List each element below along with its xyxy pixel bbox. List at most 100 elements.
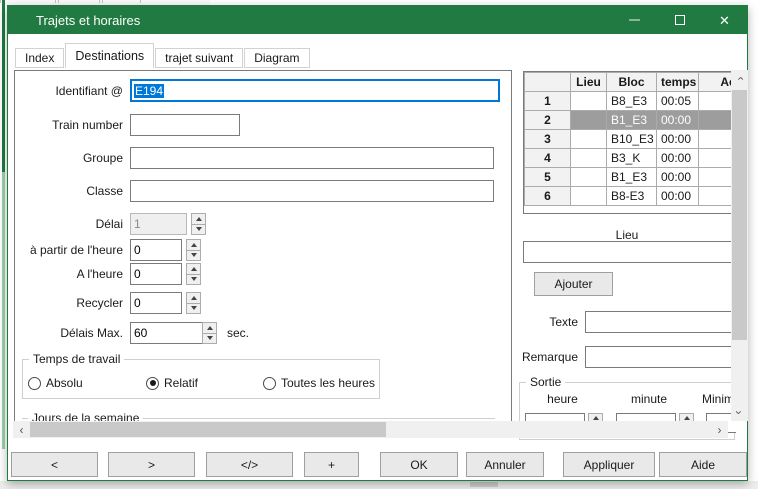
identifiant-label: Identifiant @ xyxy=(15,84,123,98)
row-number-cell[interactable]: 3 xyxy=(525,130,571,149)
bloc-cell[interactable]: B8-E3 xyxy=(607,187,657,206)
action-cell[interactable] xyxy=(699,168,733,187)
identifiant-selected-text: E194 xyxy=(134,84,164,98)
action-cell[interactable] xyxy=(699,130,733,149)
background-menu-item[interactable]: Train xyxy=(58,0,100,3)
radio-icon xyxy=(146,377,159,390)
radio-icon xyxy=(28,377,41,390)
horizontal-scrollbar[interactable]: ‹ › xyxy=(13,421,728,438)
add-button[interactable]: + xyxy=(304,452,359,477)
lieu-cell[interactable] xyxy=(571,130,607,149)
spinner-down-button[interactable] xyxy=(186,303,201,315)
col-header-lieu[interactable]: Lieu xyxy=(571,73,607,92)
bloc-cell[interactable]: B1_E3 xyxy=(607,168,657,187)
radio-relatif[interactable]: Relatif xyxy=(146,376,198,390)
spinner-down-button[interactable] xyxy=(186,274,201,286)
appliquer-button[interactable]: Appliquer xyxy=(563,452,655,477)
background-menu-item[interactable]: Corr xyxy=(102,0,141,3)
background-menu-item[interactable]: tination xyxy=(0,0,56,3)
horizontal-scrollbar-thumb[interactable] xyxy=(30,422,386,437)
maximize-button[interactable] xyxy=(657,6,702,34)
sortie-minute-label: minute xyxy=(623,392,675,406)
texte-input[interactable] xyxy=(585,311,735,333)
row-number-cell[interactable]: 6 xyxy=(525,187,571,206)
a-partir-de-lheure-input[interactable] xyxy=(130,239,182,261)
table-row-selected[interactable]: 2 B1_E3 00:00 xyxy=(525,111,733,130)
remarque-input[interactable] xyxy=(585,346,735,368)
dialog-title: Trajets et horaires xyxy=(8,13,140,28)
code-button[interactable]: </> xyxy=(206,452,293,477)
col-header-action[interactable]: Action xyxy=(699,73,733,92)
annuler-button[interactable]: Annuler xyxy=(466,452,544,477)
col-header-temps[interactable]: temps xyxy=(657,73,699,92)
ajouter-button[interactable]: Ajouter xyxy=(534,272,613,296)
temps-cell[interactable]: 00:00 xyxy=(657,168,699,187)
lieu-cell[interactable] xyxy=(571,111,607,130)
row-number-cell[interactable]: 4 xyxy=(525,149,571,168)
table-row[interactable]: 4 B3_K 00:00 xyxy=(525,149,733,168)
close-icon: ✕ xyxy=(719,14,730,27)
col-header-bloc[interactable]: Bloc xyxy=(607,73,657,92)
recycler-input[interactable] xyxy=(130,292,182,314)
bloc-cell[interactable]: B8_E3 xyxy=(607,92,657,111)
delais-max-unit-label: sec. xyxy=(227,326,249,340)
row-number-cell[interactable]: 1 xyxy=(525,92,571,111)
prev-button[interactable]: < xyxy=(11,452,98,477)
tab-destinations[interactable]: Destinations xyxy=(65,43,154,68)
row-number-cell[interactable]: 2 xyxy=(525,111,571,130)
temps-cell[interactable]: 00:00 xyxy=(657,111,699,130)
scroll-down-icon[interactable]: › xyxy=(731,404,748,421)
action-cell[interactable] xyxy=(699,149,733,168)
lieu-field-label: Lieu xyxy=(523,228,731,242)
bloc-cell[interactable]: B3_K xyxy=(607,149,657,168)
aide-button[interactable]: Aide xyxy=(659,452,747,477)
titlebar[interactable]: Trajets et horaires ✕ xyxy=(8,6,747,34)
action-cell[interactable] xyxy=(699,92,733,111)
action-cell[interactable] xyxy=(699,187,733,206)
col-header-num[interactable] xyxy=(525,73,571,92)
table-row[interactable]: 3 B10_E3 00:00 xyxy=(525,130,733,149)
a-lheure-spinner xyxy=(186,263,201,285)
classe-input[interactable] xyxy=(130,180,494,202)
scroll-left-icon[interactable]: ‹ xyxy=(13,421,30,438)
radio-toutes-les-heures[interactable]: Toutes les heures xyxy=(263,376,375,390)
temps-cell[interactable]: 00:00 xyxy=(657,149,699,168)
lieu-cell[interactable] xyxy=(571,92,607,111)
table-row[interactable]: 6 B8-E3 00:00 xyxy=(525,187,733,206)
temps-cell[interactable]: 00:00 xyxy=(657,130,699,149)
a-lheure-input[interactable] xyxy=(130,263,182,285)
lieu-cell[interactable] xyxy=(571,187,607,206)
lieu-cell[interactable] xyxy=(571,149,607,168)
table-row[interactable]: 5 B1_E3 00:00 xyxy=(525,168,733,187)
groupe-input[interactable] xyxy=(130,147,494,169)
train-number-input[interactable] xyxy=(130,114,240,136)
ok-button[interactable]: OK xyxy=(380,452,458,477)
action-cell[interactable] xyxy=(699,111,733,130)
next-button[interactable]: > xyxy=(108,452,195,477)
spinner-down-button[interactable] xyxy=(186,250,201,262)
temps-cell[interactable]: 00:00 xyxy=(657,187,699,206)
vertical-scrollbar-thumb[interactable] xyxy=(732,90,747,340)
delais-max-input[interactable] xyxy=(130,322,203,344)
scroll-right-icon[interactable]: › xyxy=(711,421,728,438)
row-number-cell[interactable]: 5 xyxy=(525,168,571,187)
identifiant-input[interactable]: E194 xyxy=(130,79,500,102)
bloc-cell[interactable]: B10_E3 xyxy=(607,130,657,149)
scroll-up-icon[interactable]: › xyxy=(731,70,748,87)
table-row[interactable]: 1 B8_E3 00:05 xyxy=(525,92,733,111)
vertical-scrollbar[interactable]: › › xyxy=(731,70,748,421)
lieu-input[interactable] xyxy=(523,241,735,263)
tab-diagram[interactable]: Diagram xyxy=(244,48,309,68)
spinner-down-button[interactable] xyxy=(202,333,217,345)
bloc-cell[interactable]: B1_E3 xyxy=(607,111,657,130)
radio-absolu[interactable]: Absolu xyxy=(28,376,83,390)
tab-trajet-suivant[interactable]: trajet suivant xyxy=(155,48,243,68)
close-button[interactable]: ✕ xyxy=(702,6,747,34)
lieu-cell[interactable] xyxy=(571,168,607,187)
maximize-icon xyxy=(675,15,685,25)
spinner-down-button[interactable] xyxy=(191,224,206,236)
tab-index[interactable]: Index xyxy=(15,48,64,68)
stops-table[interactable]: Lieu Bloc temps Action 1 B8_E3 00:05 2 B… xyxy=(523,71,732,214)
temps-cell[interactable]: 00:05 xyxy=(657,92,699,111)
texte-label: Texte xyxy=(503,315,578,329)
